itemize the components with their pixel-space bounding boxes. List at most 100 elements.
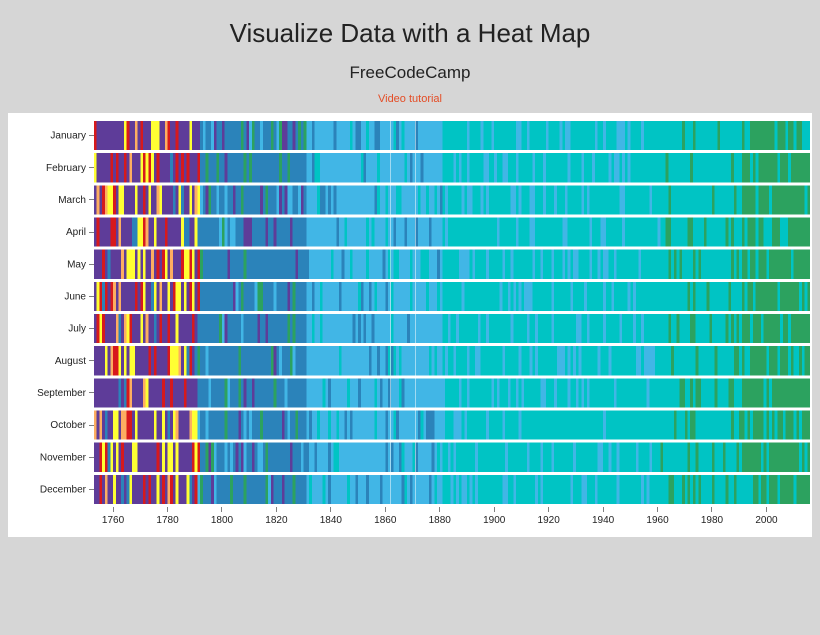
heatmap-cell [432, 314, 435, 343]
heatmap-cell [600, 153, 603, 182]
heatmap-cell [391, 185, 394, 214]
heatmap-cell [805, 411, 808, 440]
heatmap-cell [731, 218, 734, 247]
heatmap-cell [568, 218, 571, 247]
heatmap-cell [200, 314, 203, 343]
heatmap-cell [304, 153, 307, 182]
heatmap-cell [421, 443, 424, 472]
heatmap-cell [540, 153, 543, 182]
heatmap-cell [287, 475, 290, 504]
heatmap-cell [764, 218, 767, 247]
heatmap-cell [374, 121, 377, 150]
heatmap-cell [148, 282, 151, 311]
heatmap-cell [148, 378, 151, 407]
heatmap-cell [543, 475, 546, 504]
heatmap-cell [747, 218, 750, 247]
heatmap-cell [295, 121, 298, 150]
heatmap-cell [546, 218, 549, 247]
heatmap-cell [679, 346, 682, 375]
heatmap-cell [263, 282, 266, 311]
heatmap-cell [241, 282, 244, 311]
heatmap-cell [494, 378, 497, 407]
heatmap-cell [121, 378, 124, 407]
heatmap-cell [562, 282, 565, 311]
heatmap-cell [772, 411, 775, 440]
heatmap-cell [200, 121, 203, 150]
heatmap-cell [731, 121, 734, 150]
heatmap-cell [312, 346, 315, 375]
heatmap-cell [200, 185, 203, 214]
heatmap-cell [402, 475, 405, 504]
heatmap-cell [739, 314, 742, 343]
heatmap-cell [276, 121, 279, 150]
heatmap-cell [304, 475, 307, 504]
heatmap-cell [532, 346, 535, 375]
heatmap-cell [769, 475, 772, 504]
heatmap-cell [410, 443, 413, 472]
heatmap-cell [696, 443, 699, 472]
heatmap-cell [677, 314, 680, 343]
heatmap-cell [527, 282, 530, 311]
heatmap-cell [162, 378, 165, 407]
heatmap-cell [334, 411, 337, 440]
heatmap-cell [717, 218, 720, 247]
heatmap-cell [146, 411, 149, 440]
heatmap-cell [279, 475, 282, 504]
heatmap-cell [470, 282, 473, 311]
y-tick-label: July [68, 324, 86, 335]
video-tutorial-link[interactable]: Video tutorial [378, 93, 442, 105]
heatmap-cell [772, 443, 775, 472]
heatmap-cell [622, 411, 625, 440]
y-tick-label: October [50, 420, 86, 431]
heatmap-cell [742, 121, 745, 150]
heatmap-cell [135, 443, 138, 472]
heatmap-cell [470, 314, 473, 343]
heatmap-cell [260, 411, 263, 440]
heatmap-cell [481, 475, 484, 504]
heatmap-cell [304, 185, 307, 214]
heatmap-cell [146, 185, 149, 214]
heatmap-cell [317, 153, 320, 182]
heatmap-cell [99, 121, 102, 150]
heatmap-cell [116, 250, 119, 279]
heatmap-cell [470, 185, 473, 214]
heatmap-cell [502, 475, 505, 504]
heatmap-cell [206, 378, 209, 407]
heatmap-cell [595, 443, 598, 472]
header: Visualize Data with a Heat Map FreeCodeC… [0, 0, 820, 111]
heatmap-cell [369, 346, 372, 375]
heatmap-cell [271, 443, 274, 472]
heatmap-cell [200, 346, 203, 375]
heatmap-cell [786, 411, 789, 440]
heatmap-cell [628, 153, 631, 182]
heatmap-cell [391, 282, 394, 311]
heatmap-cell [481, 250, 484, 279]
heatmap-cell [358, 250, 361, 279]
heatmap-cell [315, 185, 318, 214]
heatmap-cell [600, 250, 603, 279]
heatmap-cell [576, 185, 579, 214]
heatmap-cell [666, 218, 669, 247]
heatmap-cell [279, 250, 282, 279]
heatmap-cell [271, 282, 274, 311]
heatmap-cell [293, 153, 296, 182]
heatmap-cell [511, 378, 514, 407]
heatmap-cell [731, 185, 734, 214]
heatmap-cell [214, 185, 217, 214]
heatmap-cell [462, 282, 465, 311]
heatmap-cell [127, 411, 130, 440]
heatmap-cell [285, 282, 288, 311]
heatmap-cell [524, 282, 527, 311]
heatmap-cell [609, 121, 612, 150]
heatmap-cell [472, 314, 475, 343]
heatmap-cell [418, 346, 421, 375]
heatmap-cell [383, 475, 386, 504]
heatmap-cell [630, 282, 633, 311]
heatmap-cell [385, 250, 388, 279]
heatmap-cell [374, 185, 377, 214]
heatmap-cell [671, 282, 674, 311]
heatmap-cell [641, 282, 644, 311]
heatmap-cell [647, 185, 650, 214]
heatmap-cell [233, 185, 236, 214]
heatmap-cell [674, 378, 677, 407]
